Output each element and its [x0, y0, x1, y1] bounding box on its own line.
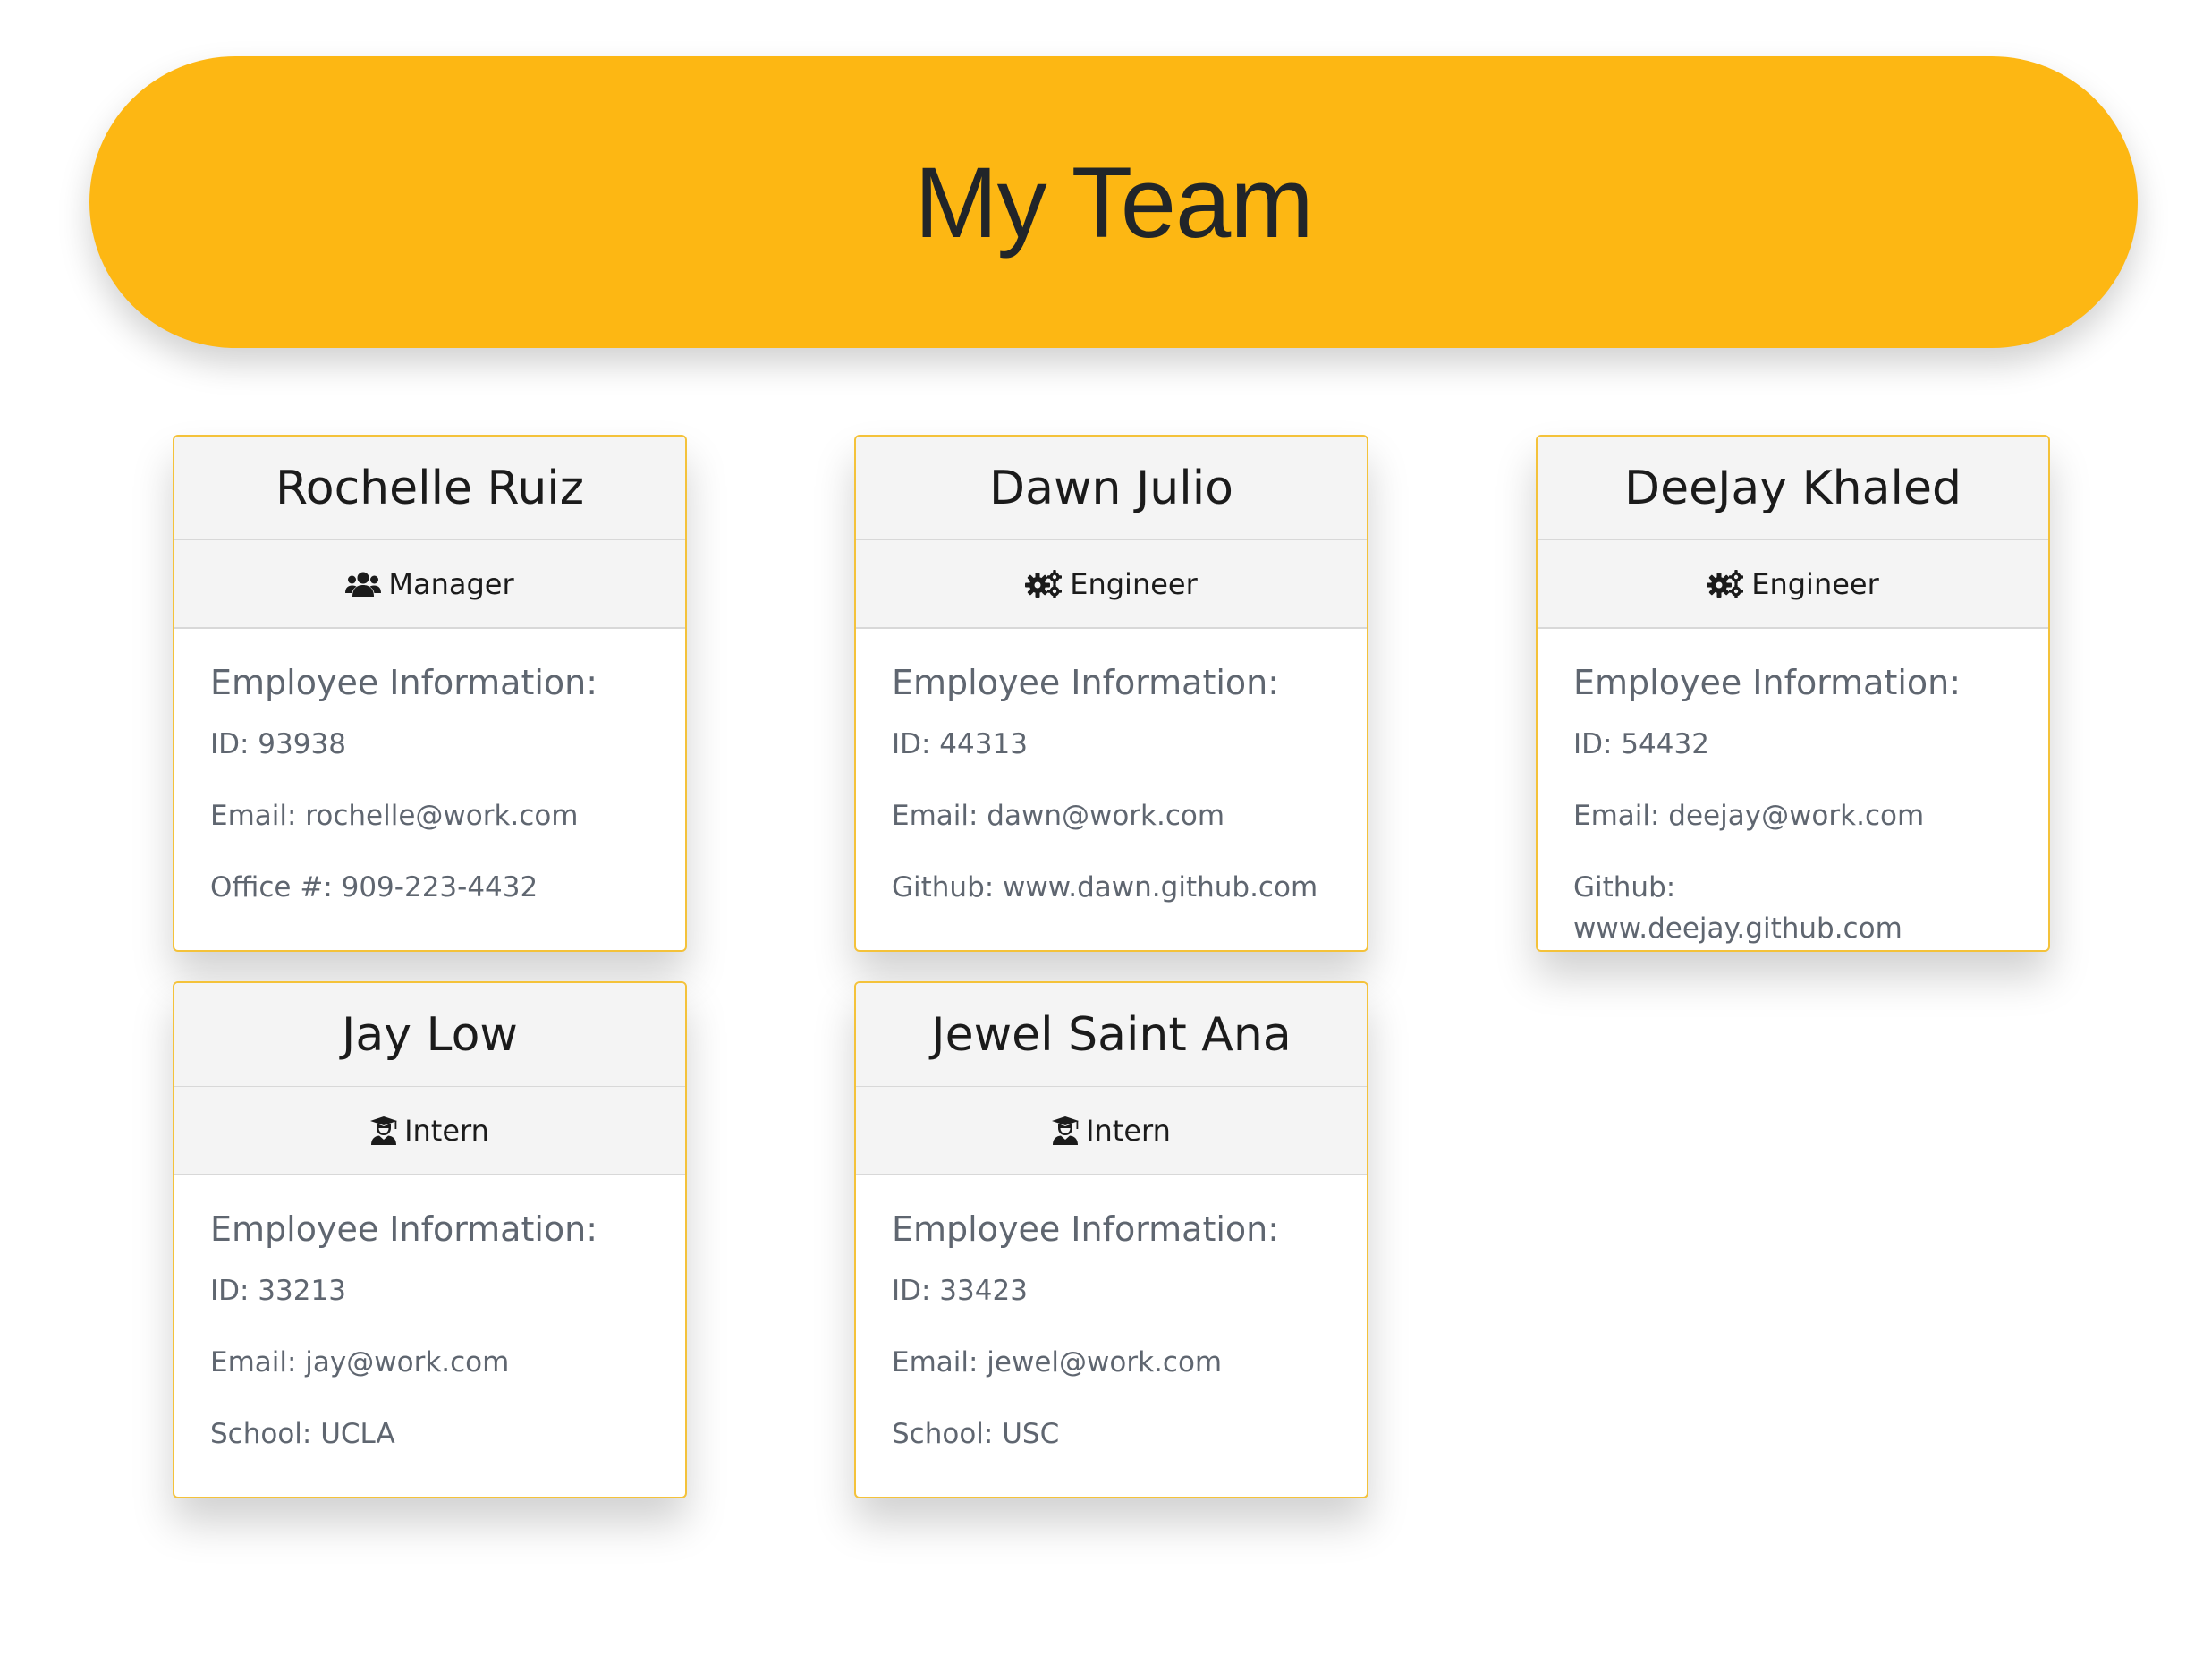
employee-name: Jay Low	[174, 983, 685, 1087]
cogs-icon	[1025, 569, 1063, 598]
employee-info-heading: Employee Information:	[210, 663, 598, 702]
employee-email: Email: rochelle@work.com	[210, 800, 579, 832]
employee-info: Employee Information: ID: 54432 Email: d…	[1538, 629, 2048, 945]
employee-office-number: Office #: 909-223-4432	[210, 871, 538, 904]
employee-card: Jay Low Intern Employee Information: ID:…	[173, 981, 687, 1498]
employee-card: Dawn Julio Engineer Employee Information…	[854, 435, 1368, 952]
employee-github: Github: www.deejay.github.com	[1573, 871, 1902, 945]
employee-role: Intern	[856, 1087, 1367, 1175]
employee-id: ID: 93938	[210, 728, 346, 760]
employee-info-heading: Employee Information:	[1573, 663, 1961, 702]
employee-role: Engineer	[1538, 540, 2048, 629]
employee-email: Email: jay@work.com	[210, 1346, 510, 1379]
employee-school: School: UCLA	[210, 1418, 395, 1450]
employee-role-label: Intern	[1086, 1113, 1171, 1148]
employee-id: ID: 44313	[892, 728, 1028, 760]
employee-email: Email: deejay@work.com	[1573, 800, 1925, 832]
employee-card: Jewel Saint Ana Intern Employee Informat…	[854, 981, 1368, 1498]
page-header: My Team	[89, 56, 2138, 348]
employee-role-label: Engineer	[1070, 566, 1198, 601]
employee-github: Github: www.dawn.github.com	[892, 871, 1318, 904]
graduate-icon	[370, 1116, 398, 1145]
employee-card: DeeJay Khaled Engineer Employee Informat…	[1536, 435, 2050, 952]
employee-email: Email: dawn@work.com	[892, 800, 1225, 832]
employee-id: ID: 33213	[210, 1275, 346, 1307]
employee-name: Rochelle Ruiz	[174, 437, 685, 540]
employee-info: Employee Information: ID: 93938 Email: r…	[174, 629, 685, 938]
cogs-icon	[1707, 569, 1744, 598]
employee-info-heading: Employee Information:	[892, 663, 1280, 702]
page-title: My Team	[914, 146, 1313, 259]
employee-card: Rochelle Ruiz Manager Employee Informati…	[173, 435, 687, 952]
users-icon	[345, 571, 382, 598]
employee-role-label: Intern	[404, 1113, 489, 1148]
employee-role: Manager	[174, 540, 685, 629]
employee-name: Jewel Saint Ana	[856, 983, 1367, 1087]
employee-info: Employee Information: ID: 33423 Email: j…	[856, 1175, 1367, 1485]
employee-email: Email: jewel@work.com	[892, 1346, 1223, 1379]
employee-info: Employee Information: ID: 44313 Email: d…	[856, 629, 1367, 938]
employee-info: Employee Information: ID: 33213 Email: j…	[174, 1175, 685, 1485]
employee-role: Intern	[174, 1087, 685, 1175]
employee-name: DeeJay Khaled	[1538, 437, 2048, 540]
employee-school: School: USC	[892, 1418, 1060, 1450]
employee-id: ID: 33423	[892, 1275, 1028, 1307]
employee-name: Dawn Julio	[856, 437, 1367, 540]
employee-info-heading: Employee Information:	[892, 1209, 1280, 1249]
employee-role: Engineer	[856, 540, 1367, 629]
employee-id: ID: 54432	[1573, 728, 1709, 760]
employee-role-label: Manager	[388, 566, 514, 601]
employee-info-heading: Employee Information:	[210, 1209, 598, 1249]
employee-role-label: Engineer	[1751, 566, 1879, 601]
graduate-icon	[1052, 1116, 1080, 1145]
